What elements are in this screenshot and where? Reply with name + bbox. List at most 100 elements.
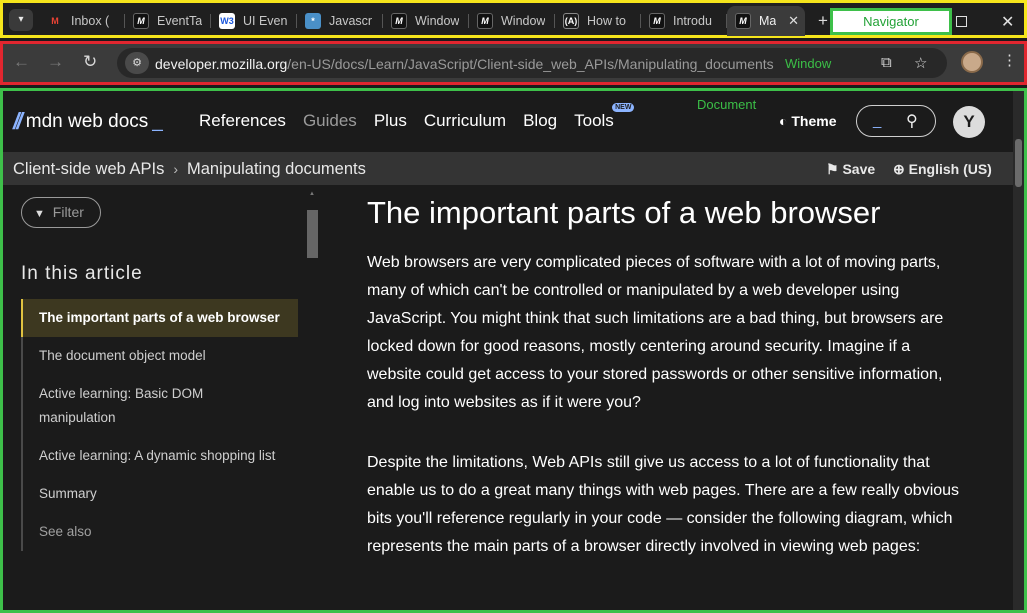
nav-guides[interactable]: Guides	[303, 111, 357, 131]
new-badge: NEW	[612, 103, 635, 112]
breadcrumb-client-side-web-apis[interactable]: Client-side web APIs	[13, 160, 164, 178]
browser-toolbar: ← → ↻ ⚙ developer.mozilla.org/en-US/docs…	[0, 41, 1027, 85]
close-tab-icon[interactable]: ✕	[788, 13, 799, 29]
toc-heading: In this article	[21, 263, 143, 284]
mdn-icon: M	[391, 13, 407, 29]
mdn-logo-icon: //	[13, 108, 23, 134]
document-annotation-label: Document	[697, 97, 757, 112]
window-close-icon[interactable]: ✕	[1001, 12, 1014, 32]
article-paragraph: Despite the limitations, Web APIs still …	[367, 454, 960, 555]
globe-icon: ⊕	[893, 161, 905, 177]
url-path: /en-US/docs/Learn/JavaScript/Client-side…	[287, 56, 774, 72]
theme-toggle[interactable]: ◐ Theme	[779, 113, 836, 129]
bookmark-icon: ⚑	[826, 161, 839, 177]
language-label: English (US)	[908, 161, 992, 177]
tab-how-to[interactable]: (A) How to	[555, 6, 641, 36]
nav-references[interactable]: References	[199, 111, 286, 131]
new-tab-button[interactable]: +	[818, 11, 828, 31]
search-icon: ⚲	[906, 113, 918, 130]
search-cursor-icon: _	[873, 112, 882, 129]
tab-label: Ma	[759, 14, 777, 28]
tab-label: Introdu	[673, 14, 712, 28]
nav-curriculum[interactable]: Curriculum	[424, 111, 506, 131]
url-text[interactable]: developer.mozilla.org/en-US/docs/Learn/J…	[155, 56, 774, 72]
tab-introduction[interactable]: M Introdu	[641, 6, 727, 36]
maximize-icon[interactable]	[956, 16, 967, 27]
user-avatar[interactable]: Y	[953, 106, 985, 138]
window-annotation-label: Window	[785, 56, 832, 71]
css-tricks-icon: *	[305, 13, 321, 29]
main-nav: References Guides Plus Curriculum Blog T…	[199, 103, 635, 131]
mdn-icon: M	[133, 13, 149, 29]
sidebar-scrollbar-thumb[interactable]	[307, 210, 318, 258]
tab-javascript[interactable]: * Javascr	[297, 6, 383, 36]
bookmark-star-icon[interactable]: ☆	[914, 54, 927, 72]
sidebar-scrollbar[interactable]: ▲	[306, 191, 318, 585]
toc-item-see-also[interactable]: See also	[21, 513, 298, 551]
tab-list: M Inbox ( M EventTa W3 UI Even * Javascr…	[39, 6, 805, 36]
breadcrumb-manipulating-documents[interactable]: Manipulating documents	[187, 160, 366, 178]
tab-label: UI Even	[243, 14, 288, 28]
search-button[interactable]: _ ⚲	[856, 105, 936, 137]
page-scrollbar-thumb[interactable]	[1015, 139, 1022, 187]
tab-search-menu-icon[interactable]: ▾	[9, 9, 33, 31]
sidebar: ▼ Filter ▲ In this article The important…	[3, 185, 333, 610]
save-button[interactable]: ⚑ Save	[826, 161, 875, 178]
tab-label: Inbox (	[71, 14, 110, 28]
logo-text: mdn web docs	[25, 110, 149, 132]
tab-eventtarget[interactable]: M EventTa	[125, 6, 211, 36]
filter-input[interactable]: ▼ Filter	[21, 197, 101, 228]
toc-item-dynamic-shopping-list[interactable]: Active learning: A dynamic shopping list	[21, 437, 298, 475]
install-app-icon[interactable]: ⧉	[881, 54, 892, 71]
nav-blog[interactable]: Blog	[523, 111, 557, 131]
tab-label: How to	[587, 14, 626, 28]
breadcrumb-bar: Client-side web APIs › Manipulating docume…	[3, 152, 1013, 185]
back-arrow-icon[interactable]: ←	[13, 52, 30, 72]
toc-item-basic-dom-manipulation[interactable]: Active learning: Basic DOM manipulation	[21, 375, 298, 437]
profile-avatar[interactable]	[961, 51, 983, 73]
reload-icon[interactable]: ↻	[83, 52, 97, 72]
w3-icon: W3	[219, 13, 235, 29]
filter-placeholder: Filter	[52, 204, 84, 220]
document-viewport: Document // mdn web docs _ References Gu…	[0, 88, 1027, 613]
site-info-icon[interactable]: ⚙	[125, 52, 149, 74]
tab-inbox[interactable]: M Inbox (	[39, 6, 125, 36]
scroll-up-icon[interactable]: ▲	[309, 191, 315, 197]
theme-label: Theme	[791, 113, 837, 129]
filter-icon: ▼	[34, 208, 45, 220]
mdn-icon: M	[477, 13, 493, 29]
nav-tools[interactable]: Tools NEW	[574, 103, 635, 131]
toc-item-important-parts[interactable]: The important parts of a web browser	[21, 299, 298, 337]
dev-icon: (A)	[563, 13, 579, 29]
table-of-contents: The important parts of a web browser The…	[21, 299, 298, 551]
nav-plus[interactable]: Plus	[374, 111, 407, 131]
tab-manipulating-documents[interactable]: M Ma ✕	[727, 6, 805, 36]
gmail-icon: M	[51, 16, 59, 26]
page-scrollbar[interactable]	[1013, 91, 1024, 610]
tab-ui-events[interactable]: W3 UI Even	[211, 6, 297, 36]
address-bar[interactable]: ⚙ developer.mozilla.org/en-US/docs/Learn…	[117, 48, 947, 78]
forward-arrow-icon[interactable]: →	[47, 52, 64, 72]
save-label: Save	[842, 161, 876, 177]
language-selector[interactable]: ⊕ English (US)	[893, 161, 992, 178]
tab-label: Window	[501, 14, 546, 28]
tab-label: EventTa	[157, 14, 203, 28]
chevron-right-icon: ›	[173, 161, 178, 177]
mdn-logo[interactable]: // mdn web docs _	[13, 108, 163, 135]
mdn-icon: M	[649, 13, 665, 29]
mdn-icon: M	[735, 13, 751, 29]
navigator-annotation-label: Navigator	[830, 8, 952, 35]
tab-window-2[interactable]: M Window	[469, 6, 555, 36]
tab-window-1[interactable]: M Window	[383, 6, 469, 36]
toc-item-document-object-model[interactable]: The document object model	[21, 337, 298, 375]
tab-label: Javascr	[329, 14, 373, 28]
browser-tab-strip: ▾ M Inbox ( M EventTa W3 UI Even * Javas…	[0, 0, 1027, 38]
article-paragraph: Web browsers are very complicated pieces…	[367, 254, 944, 411]
mdn-header: // mdn web docs _ References Guides Plus…	[3, 91, 1013, 151]
logo-cursor-icon: _	[152, 110, 163, 132]
toc-item-summary[interactable]: Summary	[21, 475, 298, 513]
browser-menu-icon[interactable]: ⋮	[1002, 51, 1017, 69]
nav-tools-label: Tools	[574, 111, 614, 130]
article-title: The important parts of a web browser	[367, 195, 881, 230]
url-host: developer.mozilla.org	[155, 56, 288, 72]
